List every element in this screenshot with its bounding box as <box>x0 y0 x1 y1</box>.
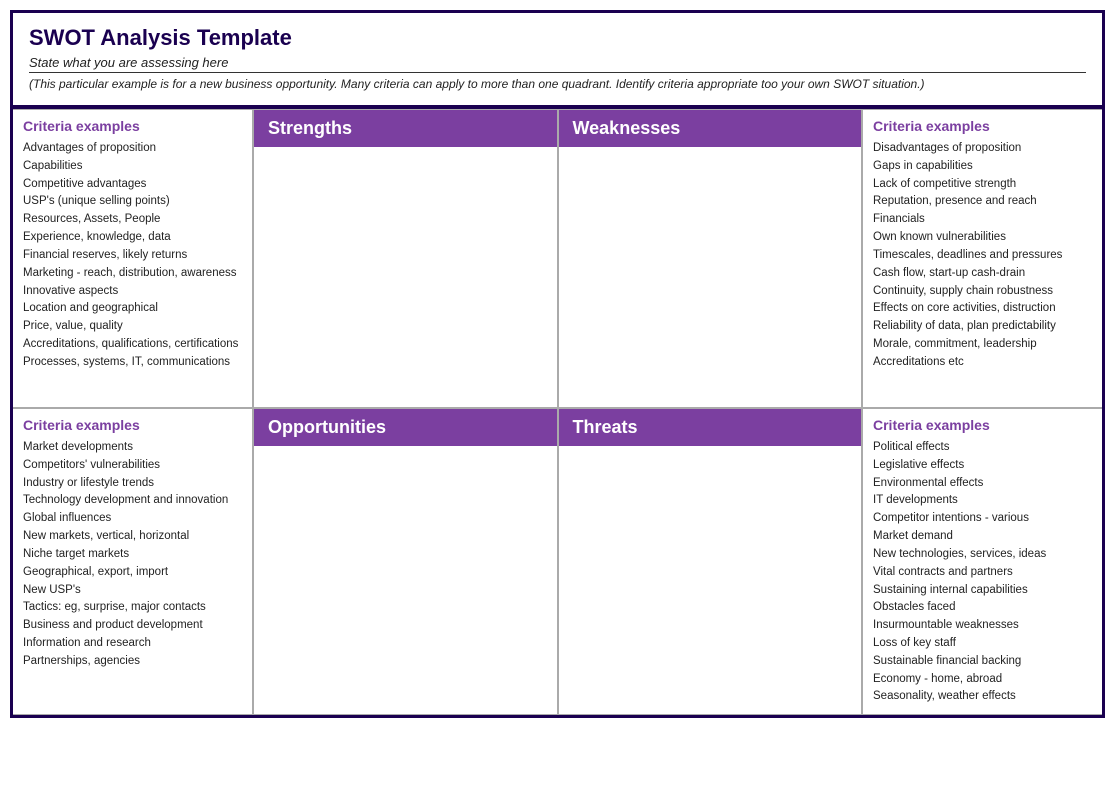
list-item: Vital contracts and partners <box>873 564 1092 582</box>
list-item: Niche target markets <box>23 546 242 564</box>
swot-grid: Criteria examples Advantages of proposit… <box>13 107 1102 715</box>
list-item: Innovative aspects <box>23 283 242 301</box>
weaknesses-header: Weaknesses <box>559 110 862 147</box>
list-item: Partnerships, agencies <box>23 653 242 671</box>
list-item: Capabilities <box>23 158 242 176</box>
threats-header: Threats <box>559 409 862 446</box>
threats-body[interactable] <box>559 446 862 714</box>
list-item: Resources, Assets, People <box>23 211 242 229</box>
list-item: USP's (unique selling points) <box>23 193 242 211</box>
list-item: Technology development and innovation <box>23 492 242 510</box>
opportunities-criteria-cell: Criteria examples Market developmentsCom… <box>13 408 253 715</box>
weaknesses-body[interactable] <box>559 147 862 407</box>
list-item: Economy - home, abroad <box>873 671 1092 689</box>
header-subtitle: State what you are assessing here <box>29 55 1086 73</box>
list-item: Processes, systems, IT, communications <box>23 354 242 372</box>
strengths-header: Strengths <box>254 110 557 147</box>
list-item: Market developments <box>23 439 242 457</box>
list-item: Market demand <box>873 528 1092 546</box>
strengths-criteria-cell: Criteria examples Advantages of proposit… <box>13 109 253 408</box>
list-item: Effects on core activities, distruction <box>873 300 1092 318</box>
header-note: (This particular example is for a new bu… <box>29 77 1086 91</box>
opportunities-body[interactable] <box>254 446 557 714</box>
threats-quadrant: Threats <box>558 408 863 715</box>
list-item: Timescales, deadlines and pressures <box>873 247 1092 265</box>
list-item: Reliability of data, plan predictability <box>873 318 1092 336</box>
list-item: Location and geographical <box>23 300 242 318</box>
list-item: Obstacles faced <box>873 599 1092 617</box>
list-item: New USP's <box>23 582 242 600</box>
page-title: SWOT Analysis Template <box>29 25 1086 51</box>
opportunities-criteria-list: Market developmentsCompetitors' vulnerab… <box>23 439 242 671</box>
list-item: Advantages of proposition <box>23 140 242 158</box>
list-item: Industry or lifestyle trends <box>23 475 242 493</box>
list-item: Sustaining internal capabilities <box>873 582 1092 600</box>
threats-criteria-title: Criteria examples <box>873 417 1092 433</box>
list-item: Competitor intentions - various <box>873 510 1092 528</box>
list-item: Political effects <box>873 439 1092 457</box>
list-item: Cash flow, start-up cash-drain <box>873 265 1092 283</box>
list-item: Loss of key staff <box>873 635 1092 653</box>
opportunities-criteria-title: Criteria examples <box>23 417 242 433</box>
opportunities-quadrant: Opportunities <box>253 408 558 715</box>
threats-criteria-cell: Criteria examples Political effectsLegis… <box>862 408 1102 715</box>
list-item: Reputation, presence and reach <box>873 193 1092 211</box>
list-item: Disadvantages of proposition <box>873 140 1092 158</box>
list-item: Sustainable financial backing <box>873 653 1092 671</box>
list-item: IT developments <box>873 492 1092 510</box>
weaknesses-criteria-list: Disadvantages of propositionGaps in capa… <box>873 140 1092 372</box>
strengths-quadrant: Strengths <box>253 109 558 408</box>
list-item: Insurmountable weaknesses <box>873 617 1092 635</box>
opportunities-header: Opportunities <box>254 409 557 446</box>
list-item: Own known vulnerabilities <box>873 229 1092 247</box>
list-item: Financials <box>873 211 1092 229</box>
list-item: Price, value, quality <box>23 318 242 336</box>
list-item: Experience, knowledge, data <box>23 229 242 247</box>
list-item: Gaps in capabilities <box>873 158 1092 176</box>
strengths-criteria-list: Advantages of propositionCapabilitiesCom… <box>23 140 242 372</box>
list-item: Legislative effects <box>873 457 1092 475</box>
strengths-body[interactable] <box>254 147 557 407</box>
list-item: New markets, vertical, horizontal <box>23 528 242 546</box>
list-item: Continuity, supply chain robustness <box>873 283 1092 301</box>
list-item: Global influences <box>23 510 242 528</box>
list-item: Information and research <box>23 635 242 653</box>
strengths-criteria-title: Criteria examples <box>23 118 242 134</box>
weaknesses-criteria-title: Criteria examples <box>873 118 1092 134</box>
weaknesses-criteria-cell: Criteria examples Disadvantages of propo… <box>862 109 1102 408</box>
list-item: Lack of competitive strength <box>873 176 1092 194</box>
header-section: SWOT Analysis Template State what you ar… <box>13 13 1102 107</box>
list-item: New technologies, services, ideas <box>873 546 1092 564</box>
list-item: Accreditations etc <box>873 354 1092 372</box>
list-item: Accreditations, qualifications, certific… <box>23 336 242 354</box>
list-item: Marketing - reach, distribution, awarene… <box>23 265 242 283</box>
list-item: Tactics: eg, surprise, major contacts <box>23 599 242 617</box>
list-item: Competitive advantages <box>23 176 242 194</box>
list-item: Environmental effects <box>873 475 1092 493</box>
list-item: Business and product development <box>23 617 242 635</box>
weaknesses-quadrant: Weaknesses <box>558 109 863 408</box>
list-item: Morale, commitment, leadership <box>873 336 1092 354</box>
list-item: Seasonality, weather effects <box>873 688 1092 706</box>
list-item: Competitors' vulnerabilities <box>23 457 242 475</box>
threats-criteria-list: Political effectsLegislative effectsEnvi… <box>873 439 1092 706</box>
swot-template: SWOT Analysis Template State what you ar… <box>10 10 1105 718</box>
list-item: Financial reserves, likely returns <box>23 247 242 265</box>
list-item: Geographical, export, import <box>23 564 242 582</box>
